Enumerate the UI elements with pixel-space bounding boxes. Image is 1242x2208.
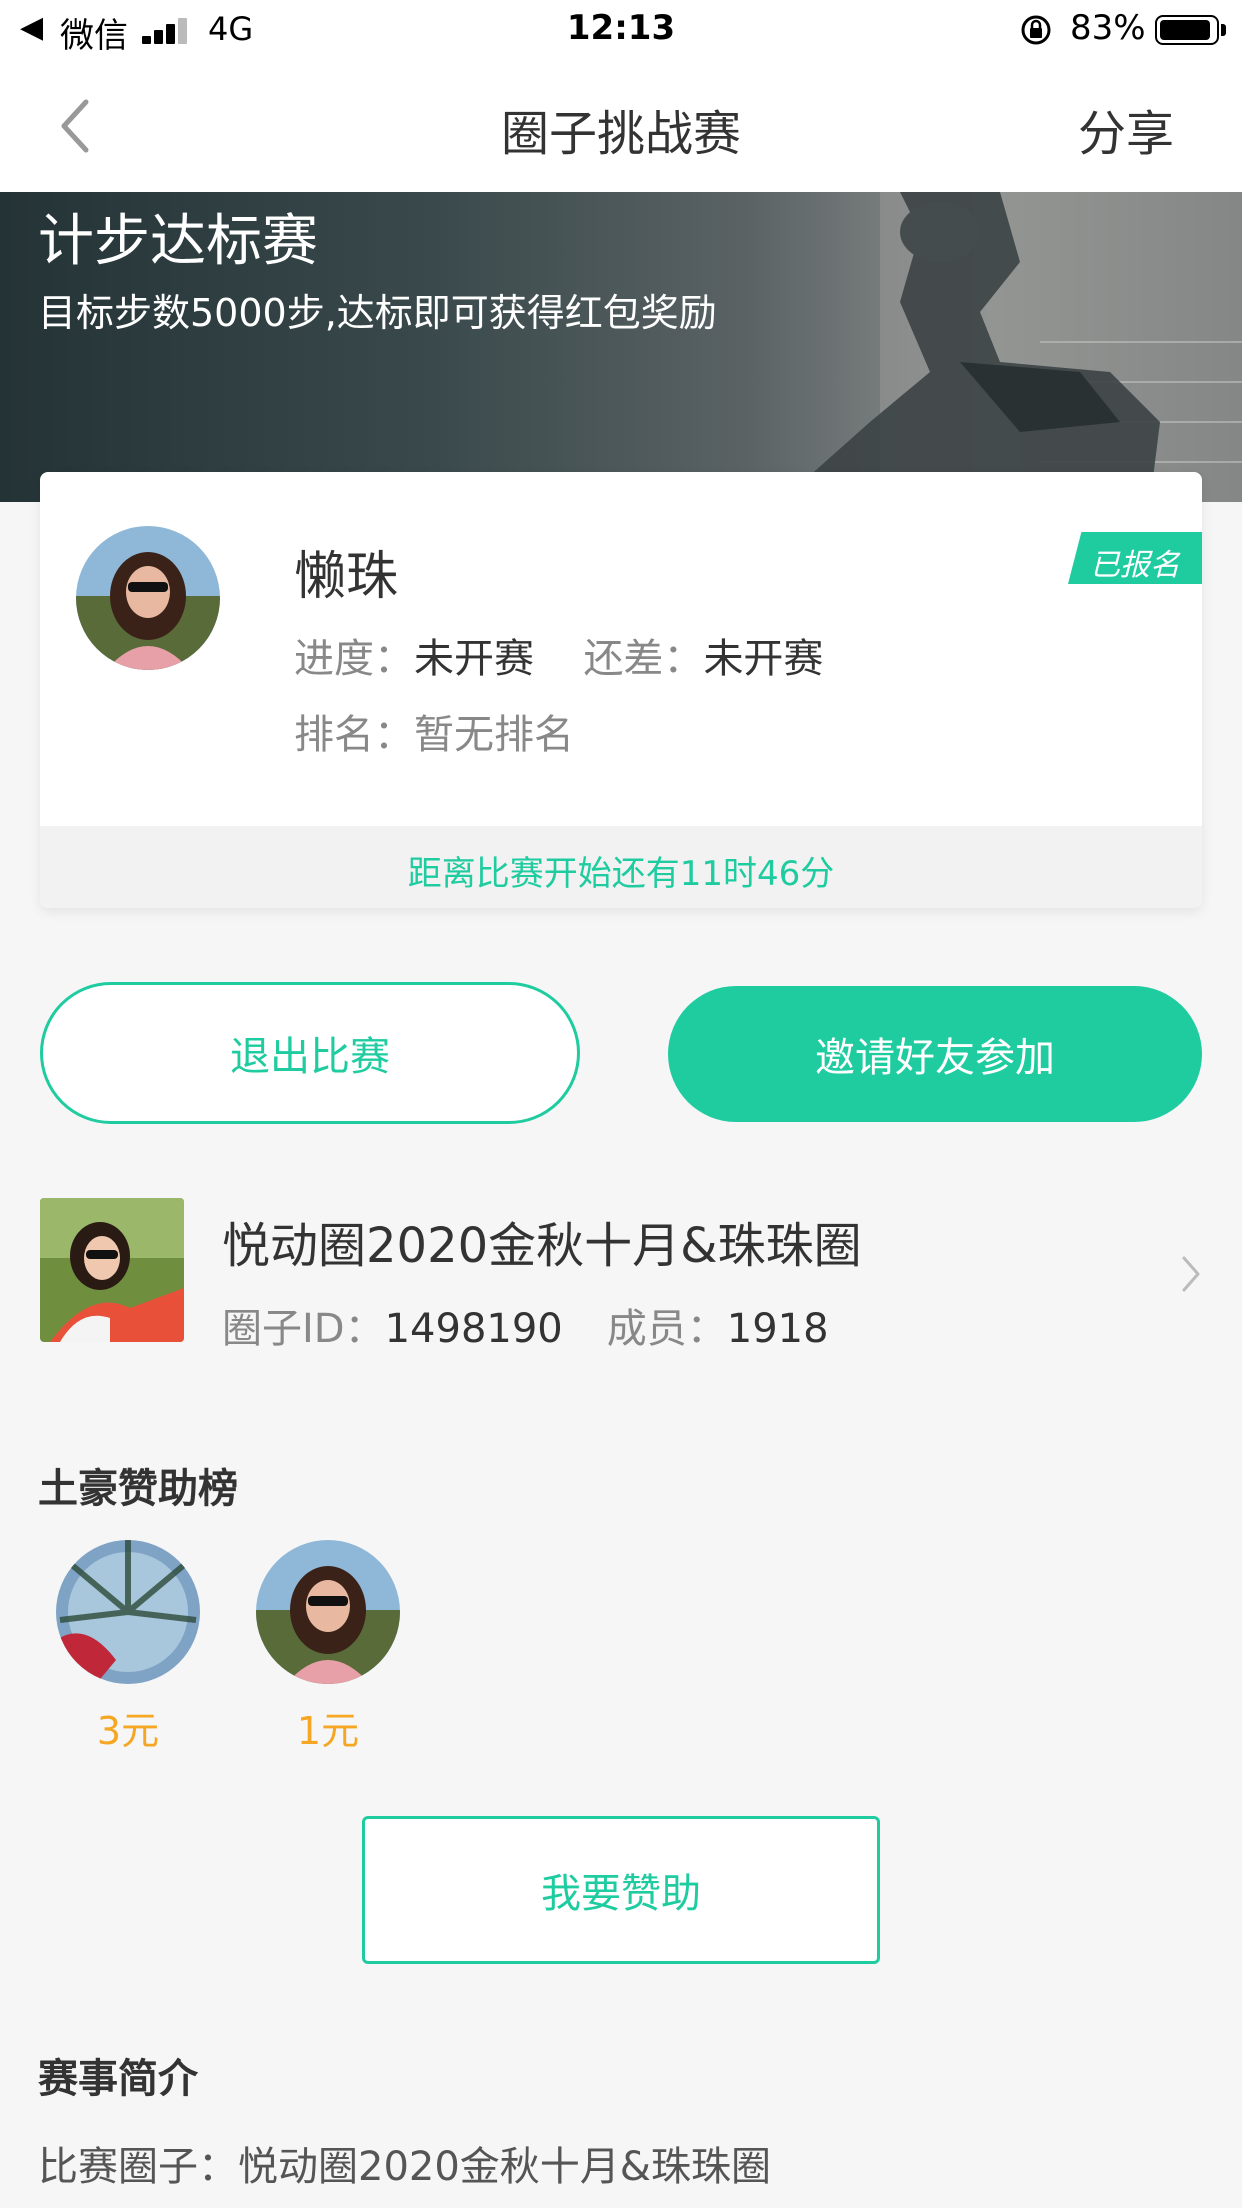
- progress-row: 进度：未开赛 还差：未开赛: [294, 626, 823, 684]
- chevron-right-icon[interactable]: [1180, 1254, 1202, 1294]
- intro-circle-value: 悦动圈2020金秋十月&珠珠圈: [238, 2144, 771, 2190]
- invite-friends-button[interactable]: 邀请好友参加: [668, 986, 1202, 1122]
- progress-label: 进度：: [294, 636, 414, 682]
- orientation-lock-icon: [1021, 15, 1051, 45]
- rank-value: 暂无排名: [414, 712, 574, 758]
- rank-row: 排名：暂无排名: [294, 702, 574, 760]
- circle-id-value: 1498190: [384, 1306, 563, 1352]
- sponsor-button[interactable]: 我要赞助: [362, 1816, 880, 1964]
- battery-icon: [1155, 15, 1219, 45]
- members-label: 成员：: [606, 1306, 727, 1352]
- circle-name[interactable]: 悦动圈2020金秋十月&珠珠圈: [222, 1206, 862, 1276]
- intro-title: 赛事简介: [38, 2056, 198, 2102]
- share-button[interactable]: 分享: [1078, 94, 1174, 164]
- sponsor-amount: 1元: [296, 1709, 360, 1753]
- quit-challenge-button[interactable]: 退出比赛: [40, 982, 580, 1124]
- page-title: 圈子挑战赛: [500, 106, 741, 162]
- intro-circle-row: 比赛圈子：悦动圈2020金秋十月&珠珠圈: [38, 2134, 771, 2192]
- remaining-label: 还差：: [583, 636, 704, 682]
- circle-id-label: 圈子ID：: [222, 1306, 385, 1352]
- circle-meta: 圈子ID：1498190 成员：1918: [222, 1296, 829, 1354]
- battery-cap: [1221, 24, 1226, 36]
- challenge-title: 计步达标赛: [38, 209, 318, 274]
- sponsor-board-title: 土豪赞助榜: [38, 1466, 238, 1512]
- clock: 12:13: [566, 8, 676, 48]
- progress-value: 未开赛: [414, 636, 534, 682]
- rank-label: 排名：: [294, 712, 414, 758]
- intro-circle-label: 比赛圈子：: [38, 2144, 238, 2190]
- registered-badge-label: 已报名: [1090, 548, 1180, 583]
- circle-avatar[interactable]: [40, 1198, 184, 1342]
- sponsor-avatar[interactable]: [256, 1540, 400, 1684]
- sponsor-amount: 3元: [96, 1709, 160, 1753]
- user-avatar[interactable]: [76, 526, 220, 670]
- battery-percent: 83%: [1070, 8, 1146, 48]
- remaining-value: 未开赛: [703, 636, 824, 682]
- members-value: 1918: [726, 1306, 829, 1352]
- countdown-text: 距离比赛开始还有11时46分: [407, 854, 835, 894]
- challenge-subtitle: 目标步数5000步,达标即可获得红包奖励: [38, 291, 717, 335]
- user-name: 懒珠: [294, 547, 399, 607]
- sponsor-avatar[interactable]: [56, 1540, 200, 1684]
